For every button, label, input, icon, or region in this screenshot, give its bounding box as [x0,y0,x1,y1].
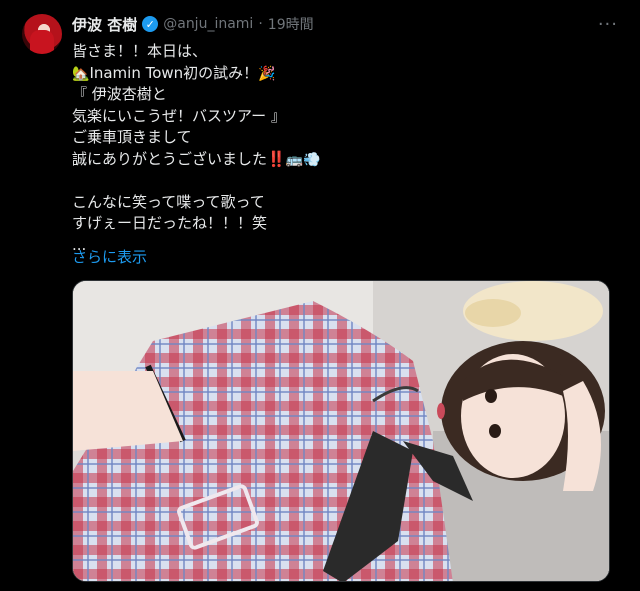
tweet-line-1: 皆さま！！本日は、 [72,42,208,60]
tweet: 伊波 杏樹 ✓ @anju_inami · 19時間 ··· 皆さま！！本日は、… [0,0,640,591]
house-with-garden-icon: 🏡 [72,65,90,82]
user-handle[interactable]: @anju_inami [163,16,253,32]
dash-icon: 💨 [303,151,321,168]
tweet-header: 伊波 杏樹 ✓ @anju_inami · 19時間 [72,12,314,36]
avatar-figure [30,30,54,54]
show-more-link[interactable]: さらに表示 [72,246,147,267]
tweet-line-2-text: Inamin Town初の試み！ [89,63,259,82]
avatar[interactable] [22,14,62,54]
tweet-line-2: 🏡Inamin Town初の試み！🎉 [72,63,592,85]
display-name[interactable]: 伊波 杏樹 [72,14,137,35]
tweet-line-3: 『 伊波杏樹と [72,85,167,103]
timestamp[interactable]: 19時間 [268,14,314,34]
tweet-line-6-text: 誠にありがとうございました‼️ [72,149,286,168]
tweet-line-6: 誠にありがとうございました‼️🚌💨 [72,149,592,171]
tweet-line-10: ... [72,235,87,254]
tweet-line-4: 気楽にいこうぜ！バスツアー 』 [72,106,286,125]
tweet-line-8: こんなに笑って喋って歌って [72,192,265,211]
party-popper-icon: 🎉 [258,65,276,82]
bus-icon: 🚌 [285,151,304,168]
tweet-text: 皆さま！！本日は、 🏡Inamin Town初の試み！🎉 『 伊波杏樹と 気楽に… [72,41,592,256]
tweet-line-5: ご乗車頂きまして [72,128,192,146]
more-options-icon[interactable]: ··· [598,14,618,35]
tweet-photo[interactable] [72,280,610,582]
separator-dot: · [258,16,263,32]
photo-illustration [73,281,609,581]
verified-badge-icon: ✓ [142,16,159,32]
tweet-line-9: すげぇー日だったね！！！笑 [72,214,268,232]
